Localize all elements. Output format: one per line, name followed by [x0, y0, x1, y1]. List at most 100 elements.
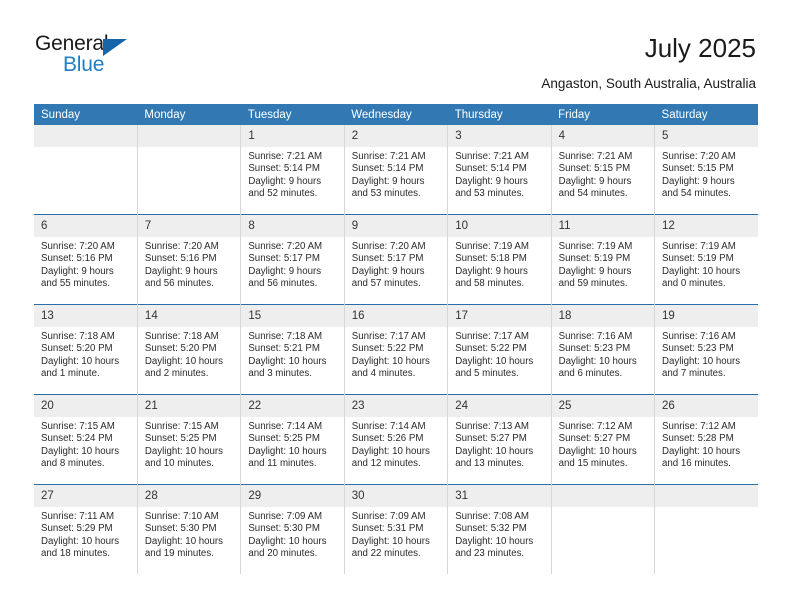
- sunrise-text: Sunrise: 7:19 AM: [455, 241, 529, 252]
- day-number: 20: [34, 395, 137, 417]
- day-number: 1: [241, 125, 344, 147]
- calendar-day-cell[interactable]: 16 Sunrise: 7:17 AM Sunset: 5:22 PM Dayligh…: [344, 304, 449, 395]
- sunset-text: Sunset: 5:22 PM: [351, 343, 424, 355]
- sunset-text: Sunset: 5:25 PM: [248, 433, 320, 445]
- daylight-text-line1: Daylight: 10 hours: [41, 535, 120, 547]
- calendar-day-cell[interactable]: 11 Sunrise: 7:19 AM Sunset: 5:19 PM Dayligh…: [551, 214, 656, 305]
- calendar-week-row: 13 Sunrise: 7:18 AM Sunset: 5:20 PM Dayligh…: [34, 304, 758, 395]
- calendar-day-cell[interactable]: 28 Sunrise: 7:10 AM Sunset: 5:30 PM Dayligh…: [137, 484, 242, 574]
- calendar-day-cell[interactable]: 1 Sunrise: 7:21 AM Sunset: 5:14 PM Daylight…: [240, 125, 345, 215]
- calendar-day-cell[interactable]: 3 Sunrise: 7:21 AM Sunset: 5:14 PM Daylight…: [447, 125, 552, 215]
- day-number: 5: [655, 125, 758, 147]
- sunset-text: Sunset: 5:17 PM: [248, 253, 320, 265]
- sunset-text: Sunset: 5:27 PM: [455, 433, 527, 445]
- calendar-day-cell[interactable]: 30 Sunrise: 7:09 AM Sunset: 5:31 PM Dayligh…: [344, 484, 449, 574]
- day-details: Sunrise: 7:12 AM Sunset: 5:28 PM Daylight:…: [655, 417, 758, 471]
- calendar-day-cell[interactable]: 24 Sunrise: 7:13 AM Sunset: 5:27 PM Dayligh…: [447, 394, 552, 485]
- day-details: Sunrise: 7:21 AM Sunset: 5:14 PM Daylight:…: [241, 147, 343, 201]
- calendar-day-cell[interactable]: 10 Sunrise: 7:19 AM Sunset: 5:18 PM Dayligh…: [447, 214, 552, 305]
- day-details: Sunrise: 7:21 AM Sunset: 5:14 PM Daylight:…: [345, 147, 447, 201]
- sunset-text: Sunset: 5:23 PM: [662, 343, 734, 355]
- page-title: July 2025: [644, 33, 756, 63]
- calendar-day-cell[interactable]: 31 Sunrise: 7:08 AM Sunset: 5:32 PM Dayligh…: [447, 484, 552, 574]
- calendar-day-cell[interactable]: 19 Sunrise: 7:16 AM Sunset: 5:23 PM Dayligh…: [654, 304, 758, 395]
- sunrise-text: Sunrise: 7:12 AM: [662, 421, 736, 432]
- sunset-text: Sunset: 5:16 PM: [41, 253, 113, 265]
- sunset-text: Sunset: 5:17 PM: [351, 253, 424, 265]
- calendar-day-cell[interactable]: 14 Sunrise: 7:18 AM Sunset: 5:20 PM Dayligh…: [137, 304, 242, 395]
- sunset-text: Sunset: 5:14 PM: [248, 163, 320, 175]
- calendar-day-cell[interactable]: 27 Sunrise: 7:11 AM Sunset: 5:29 PM Dayligh…: [34, 484, 138, 574]
- day-details: Sunrise: 7:16 AM Sunset: 5:23 PM Daylight:…: [655, 327, 758, 381]
- daylight-text-line1: Daylight: 10 hours: [41, 445, 120, 457]
- day-details: Sunrise: 7:14 AM Sunset: 5:26 PM Daylight:…: [345, 417, 447, 471]
- day-number: 31: [448, 485, 551, 507]
- logo-text-general: General: [35, 32, 109, 55]
- calendar-week-row: 6 Sunrise: 7:20 AM Sunset: 5:16 PM Daylight…: [34, 214, 758, 305]
- daylight-text-line2: and 12 minutes.: [351, 458, 421, 470]
- calendar-cell-empty: [34, 125, 138, 215]
- day-number: 23: [344, 395, 448, 417]
- daylight-text-line1: Daylight: 10 hours: [144, 535, 224, 547]
- day-number: 12: [655, 215, 758, 237]
- daylight-text-line1: Daylight: 9 hours: [455, 175, 528, 187]
- calendar-day-cell[interactable]: 2 Sunrise: 7:21 AM Sunset: 5:14 PM Daylight…: [344, 125, 449, 215]
- sunset-text: Sunset: 5:32 PM: [455, 523, 527, 535]
- day-number: 10: [448, 215, 551, 237]
- daylight-text-line1: Daylight: 9 hours: [455, 265, 528, 277]
- calendar-day-cell[interactable]: 29 Sunrise: 7:09 AM Sunset: 5:30 PM Dayligh…: [240, 484, 345, 574]
- day-number: 18: [551, 305, 655, 327]
- day-details: Sunrise: 7:17 AM Sunset: 5:22 PM Daylight:…: [345, 327, 447, 381]
- sunset-text: Sunset: 5:15 PM: [662, 163, 734, 175]
- sunset-text: Sunset: 5:29 PM: [41, 523, 113, 535]
- daylight-text-line2: and 2 minutes.: [144, 368, 209, 380]
- daylight-text-line2: and 8 minutes.: [41, 458, 105, 470]
- calendar-day-cell[interactable]: 17 Sunrise: 7:17 AM Sunset: 5:22 PM Dayligh…: [447, 304, 552, 395]
- calendar-day-cell[interactable]: 13 Sunrise: 7:18 AM Sunset: 5:20 PM Dayligh…: [34, 304, 138, 395]
- day-details: Sunrise: 7:15 AM Sunset: 5:24 PM Daylight:…: [34, 417, 137, 471]
- sunrise-text: Sunrise: 7:21 AM: [248, 151, 323, 162]
- calendar-day-cell[interactable]: 18 Sunrise: 7:16 AM Sunset: 5:23 PM Dayligh…: [551, 304, 656, 395]
- sunrise-text: Sunrise: 7:18 AM: [248, 331, 323, 342]
- calendar-day-cell[interactable]: 21 Sunrise: 7:15 AM Sunset: 5:25 PM Dayligh…: [137, 394, 242, 485]
- day-details: Sunrise: 7:21 AM Sunset: 5:15 PM Daylight:…: [552, 147, 654, 201]
- calendar-day-cell[interactable]: 7 Sunrise: 7:20 AM Sunset: 5:16 PM Daylight…: [137, 214, 242, 305]
- calendar-day-cell[interactable]: 25 Sunrise: 7:12 AM Sunset: 5:27 PM Dayligh…: [551, 394, 656, 485]
- calendar-day-cell[interactable]: 4 Sunrise: 7:21 AM Sunset: 5:15 PM Daylight…: [551, 125, 656, 215]
- calendar-day-cell[interactable]: 6 Sunrise: 7:20 AM Sunset: 5:16 PM Daylight…: [34, 214, 138, 305]
- sunset-text: Sunset: 5:25 PM: [144, 433, 217, 445]
- day-details: Sunrise: 7:11 AM Sunset: 5:29 PM Daylight:…: [34, 507, 137, 561]
- sunset-text: Sunset: 5:20 PM: [144, 343, 217, 355]
- calendar-page: General Blue July 2025 Angaston, South A…: [0, 0, 792, 612]
- day-number: 6: [34, 215, 137, 237]
- calendar-day-cell[interactable]: 20 Sunrise: 7:15 AM Sunset: 5:24 PM Dayligh…: [34, 394, 138, 485]
- daylight-text-line2: and 6 minutes.: [558, 368, 623, 380]
- daylight-text-line1: Daylight: 10 hours: [662, 265, 741, 277]
- daylight-text-line2: and 54 minutes.: [662, 188, 731, 200]
- daylight-text-line1: Daylight: 10 hours: [351, 535, 430, 547]
- calendar-day-cell[interactable]: 15 Sunrise: 7:18 AM Sunset: 5:21 PM Dayligh…: [240, 304, 345, 395]
- sunrise-text: Sunrise: 7:13 AM: [455, 421, 529, 432]
- daylight-text-line1: Daylight: 9 hours: [248, 265, 322, 277]
- sunrise-text: Sunrise: 7:09 AM: [351, 511, 426, 522]
- calendar-day-cell[interactable]: 9 Sunrise: 7:20 AM Sunset: 5:17 PM Daylight…: [344, 214, 449, 305]
- daylight-text-line1: Daylight: 9 hours: [558, 175, 632, 187]
- calendar-day-cell[interactable]: 8 Sunrise: 7:20 AM Sunset: 5:17 PM Daylight…: [240, 214, 345, 305]
- sunrise-text: Sunrise: 7:14 AM: [248, 421, 323, 432]
- sunset-text: Sunset: 5:26 PM: [351, 433, 424, 445]
- sunrise-text: Sunrise: 7:20 AM: [662, 151, 736, 162]
- day-number: 22: [241, 395, 344, 417]
- calendar-day-cell[interactable]: 26 Sunrise: 7:12 AM Sunset: 5:28 PM Dayligh…: [654, 394, 758, 485]
- day-number: 9: [344, 215, 448, 237]
- daylight-text-line1: Daylight: 10 hours: [455, 535, 534, 547]
- sunset-text: Sunset: 5:19 PM: [662, 253, 734, 265]
- sunrise-text: Sunrise: 7:14 AM: [351, 421, 426, 432]
- logo[interactable]: General Blue: [35, 33, 215, 81]
- calendar-day-cell[interactable]: 12 Sunrise: 7:19 AM Sunset: 5:19 PM Dayligh…: [654, 214, 758, 305]
- calendar-day-cell[interactable]: 22 Sunrise: 7:14 AM Sunset: 5:25 PM Dayligh…: [240, 394, 345, 485]
- weekday-header-saturday: Saturday: [654, 104, 758, 125]
- calendar-day-cell[interactable]: 23 Sunrise: 7:14 AM Sunset: 5:26 PM Dayligh…: [344, 394, 449, 485]
- calendar-day-cell[interactable]: 5 Sunrise: 7:20 AM Sunset: 5:15 PM Daylight…: [654, 125, 758, 215]
- daylight-text-line2: and 52 minutes.: [248, 188, 318, 200]
- daylight-text-line2: and 19 minutes.: [144, 548, 214, 560]
